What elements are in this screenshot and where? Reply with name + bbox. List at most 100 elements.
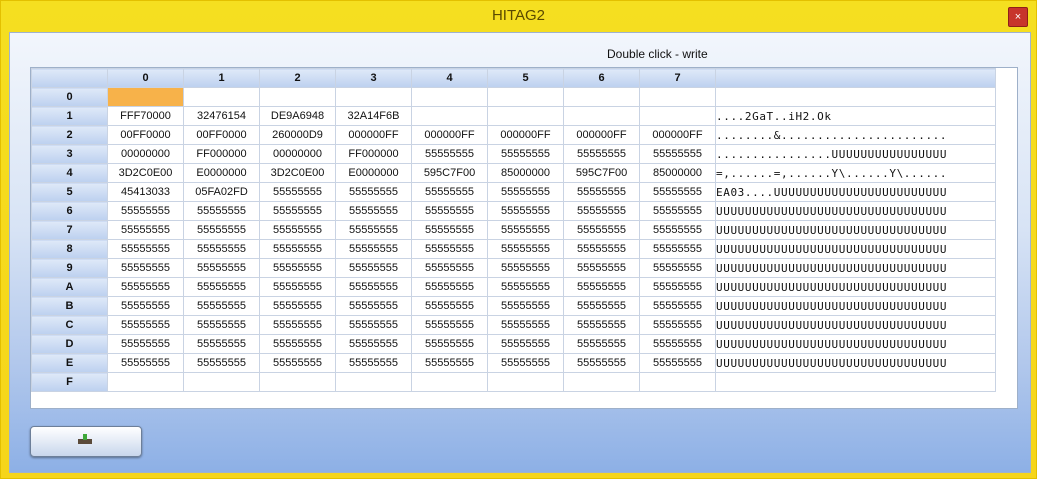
hex-cell[interactable]: 55555555 <box>563 239 640 259</box>
hex-cell[interactable]: 55555555 <box>487 182 564 202</box>
hex-cell[interactable]: 55555555 <box>563 201 640 221</box>
hex-cell[interactable]: 55555555 <box>335 277 412 297</box>
hex-cell[interactable]: 000000FF <box>335 125 412 145</box>
hex-cell[interactable]: 55555555 <box>107 239 184 259</box>
title-bar[interactable]: HITAG2 × <box>1 1 1036 31</box>
hex-cell[interactable]: 55555555 <box>487 315 564 335</box>
hex-cell[interactable]: 55555555 <box>107 315 184 335</box>
hex-cell[interactable]: 85000000 <box>639 163 716 183</box>
hex-cell[interactable]: 55555555 <box>411 201 488 221</box>
hex-cell[interactable]: 55555555 <box>639 182 716 202</box>
hex-cell[interactable]: 55555555 <box>335 334 412 354</box>
hex-cell[interactable] <box>487 87 564 107</box>
hex-cell[interactable]: 32476154 <box>183 106 260 126</box>
hex-cell[interactable]: 55555555 <box>259 182 336 202</box>
hex-cell[interactable] <box>487 106 564 126</box>
hex-cell[interactable]: 55555555 <box>639 220 716 240</box>
hex-cell[interactable]: 595C7F00 <box>411 163 488 183</box>
hex-cell[interactable]: 55555555 <box>487 144 564 164</box>
hex-cell[interactable]: 55555555 <box>259 315 336 335</box>
hex-cell[interactable]: 55555555 <box>183 296 260 316</box>
hex-cell[interactable]: 55555555 <box>335 353 412 373</box>
hex-cell[interactable]: 55555555 <box>335 315 412 335</box>
hex-cell[interactable]: 3D2C0E00 <box>107 163 184 183</box>
hex-cell[interactable]: 00000000 <box>107 144 184 164</box>
hex-cell[interactable]: 55555555 <box>259 296 336 316</box>
hex-cell[interactable]: 3D2C0E00 <box>259 163 336 183</box>
hex-cell[interactable]: 55555555 <box>259 258 336 278</box>
hex-cell[interactable]: 55555555 <box>107 220 184 240</box>
hex-cell[interactable] <box>411 87 488 107</box>
read-button[interactable] <box>30 426 142 457</box>
hex-cell[interactable]: 55555555 <box>639 315 716 335</box>
hex-cell[interactable]: 55555555 <box>259 201 336 221</box>
hex-cell[interactable]: E0000000 <box>183 163 260 183</box>
hex-cell[interactable]: 85000000 <box>487 163 564 183</box>
hex-cell[interactable]: 00000000 <box>259 144 336 164</box>
hex-cell[interactable]: 55555555 <box>563 315 640 335</box>
hex-cell[interactable]: 55555555 <box>335 182 412 202</box>
hex-cell[interactable]: 000000FF <box>411 125 488 145</box>
hex-cell[interactable]: 55555555 <box>639 201 716 221</box>
hex-cell[interactable]: 55555555 <box>639 334 716 354</box>
hex-cell[interactable]: 55555555 <box>411 315 488 335</box>
hex-cell[interactable]: 55555555 <box>411 239 488 259</box>
hex-cell[interactable]: 32A14F6B <box>335 106 412 126</box>
hex-cell[interactable]: 55555555 <box>411 334 488 354</box>
hex-cell[interactable]: 000000FF <box>639 125 716 145</box>
hex-cell[interactable]: 55555555 <box>639 296 716 316</box>
hex-cell[interactable]: 55555555 <box>107 201 184 221</box>
hex-cell[interactable]: 55555555 <box>639 144 716 164</box>
hex-cell[interactable]: 55555555 <box>563 144 640 164</box>
hex-cell[interactable]: 55555555 <box>411 353 488 373</box>
hex-cell[interactable]: 55555555 <box>487 277 564 297</box>
hex-cell[interactable]: 260000D9 <box>259 125 336 145</box>
hex-cell[interactable]: 55555555 <box>487 220 564 240</box>
hex-cell[interactable] <box>563 87 640 107</box>
hex-cell[interactable]: 55555555 <box>563 277 640 297</box>
hex-cell[interactable]: 55555555 <box>183 239 260 259</box>
hex-cell[interactable]: 55555555 <box>563 353 640 373</box>
hex-cell[interactable]: 55555555 <box>487 353 564 373</box>
hex-cell[interactable]: FF000000 <box>335 144 412 164</box>
hex-cell[interactable]: 55555555 <box>411 277 488 297</box>
hex-cell[interactable]: 55555555 <box>107 353 184 373</box>
hex-cell[interactable]: 55555555 <box>183 334 260 354</box>
hex-cell[interactable]: 55555555 <box>335 220 412 240</box>
hex-cell[interactable]: 55555555 <box>411 144 488 164</box>
hex-cell[interactable] <box>411 106 488 126</box>
hex-cell[interactable]: 55555555 <box>487 296 564 316</box>
hex-cell[interactable]: 55555555 <box>259 334 336 354</box>
hex-cell[interactable]: FFF70000 <box>107 106 184 126</box>
hex-cell[interactable]: 55555555 <box>107 334 184 354</box>
hex-cell[interactable] <box>183 87 260 107</box>
hex-cell[interactable]: FF000000 <box>183 144 260 164</box>
hex-cell[interactable]: 00FF0000 <box>183 125 260 145</box>
close-button[interactable]: × <box>1008 7 1028 27</box>
hex-cell[interactable] <box>563 372 640 392</box>
hex-cell[interactable]: 595C7F00 <box>563 163 640 183</box>
hex-cell[interactable] <box>487 372 564 392</box>
hex-cell[interactable]: 55555555 <box>183 220 260 240</box>
hex-cell[interactable]: 55555555 <box>411 296 488 316</box>
hex-cell[interactable] <box>411 372 488 392</box>
hex-cell[interactable]: 55555555 <box>411 182 488 202</box>
hex-cell[interactable] <box>335 372 412 392</box>
hex-cell[interactable]: 55555555 <box>487 239 564 259</box>
hex-cell[interactable]: 55555555 <box>335 239 412 259</box>
hex-cell[interactable]: 55555555 <box>563 258 640 278</box>
hex-cell[interactable] <box>259 87 336 107</box>
hex-cell[interactable] <box>259 372 336 392</box>
hex-cell[interactable]: 05FA02FD <box>183 182 260 202</box>
hex-cell[interactable]: 55555555 <box>183 201 260 221</box>
hex-cell[interactable]: 000000FF <box>487 125 564 145</box>
hex-cell[interactable]: 55555555 <box>411 220 488 240</box>
hex-cell[interactable]: 55555555 <box>259 277 336 297</box>
hex-cell[interactable]: 55555555 <box>639 277 716 297</box>
hex-cell[interactable] <box>639 106 716 126</box>
hex-cell[interactable]: 00FF0000 <box>107 125 184 145</box>
hex-cell[interactable]: 55555555 <box>335 296 412 316</box>
hex-cell[interactable] <box>183 372 260 392</box>
hex-cell[interactable]: 55555555 <box>183 315 260 335</box>
hex-cell[interactable]: 55555555 <box>335 258 412 278</box>
